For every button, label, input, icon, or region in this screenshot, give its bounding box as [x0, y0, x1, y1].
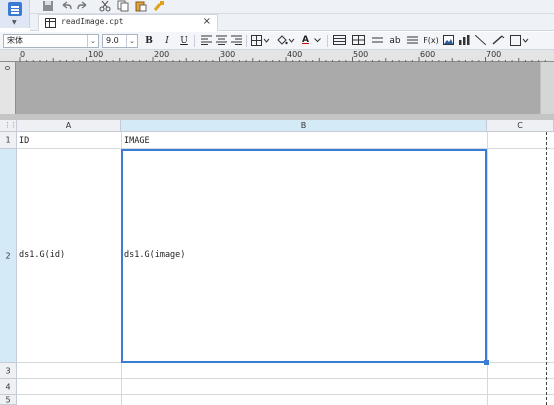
paint-bucket-icon	[277, 35, 295, 45]
font-size-value: 9.0	[106, 36, 119, 45]
border-button[interactable]	[251, 35, 271, 47]
grid-line	[17, 378, 554, 379]
tab-bar: readImage.cpt ×	[30, 14, 554, 31]
toolbar-separator	[246, 35, 247, 47]
align-right-icon	[230, 35, 242, 45]
row-number: 3	[5, 366, 11, 375]
row-height-button[interactable]	[371, 35, 383, 47]
align-center-icon	[215, 35, 227, 45]
row-header-3[interactable]: 3	[0, 363, 17, 379]
paste-icon[interactable]	[135, 0, 148, 12]
merge-cells-icon	[332, 35, 346, 45]
widget-icon	[510, 35, 529, 46]
bold-button[interactable]: B	[144, 35, 154, 47]
redo-icon[interactable]	[77, 0, 90, 12]
cell-selection-b2[interactable]	[121, 149, 487, 363]
row-header-2[interactable]: 2	[0, 149, 17, 363]
copy-icon[interactable]	[117, 0, 130, 12]
pen-icon	[492, 35, 504, 45]
column-header-c[interactable]: C	[487, 120, 554, 132]
row-header-4[interactable]: 4	[0, 379, 17, 395]
row-number: 1	[5, 135, 11, 145]
slash-button[interactable]	[474, 34, 486, 47]
font-size-select[interactable]: 9.0 ⌄	[102, 34, 138, 48]
row-height-icon	[371, 37, 383, 43]
font-family-select[interactable]: 宋体 ⌄	[3, 34, 99, 48]
horizontal-ruler: 0 100 200 300 400 500 600 700	[0, 50, 554, 62]
row-number: 5	[5, 395, 11, 404]
text-color-button[interactable]: A	[301, 35, 323, 47]
app-menu-button[interactable]: ▼	[0, 0, 30, 28]
text-color-icon: A	[302, 35, 309, 45]
row-header-1[interactable]: 1	[0, 132, 17, 149]
align-left-icon	[200, 35, 212, 45]
align-left-button[interactable]	[200, 35, 212, 47]
app-logo-icon	[8, 2, 22, 16]
fill-handle[interactable]	[484, 360, 489, 365]
close-icon[interactable]: ×	[203, 16, 211, 27]
spreadsheet-grid[interactable]: ⋮⋮⋮ A B C 1 2 3 4 5 ID IMAGE ds1.G(id) d…	[0, 120, 554, 405]
column-header-b[interactable]: B	[121, 120, 487, 132]
row-number: 4	[5, 382, 11, 391]
wrap-text-button[interactable]: ab	[388, 35, 402, 47]
cell-b1[interactable]: IMAGE	[124, 136, 150, 146]
tab-readimage[interactable]: readImage.cpt ×	[38, 14, 218, 31]
toolbar-separator	[194, 35, 195, 47]
unmerge-cells-button[interactable]	[351, 35, 365, 47]
formula-button[interactable]: F(x)	[423, 35, 439, 47]
chart-button[interactable]	[458, 35, 470, 47]
fill-color-button[interactable]	[276, 35, 296, 47]
quick-access-toolbar	[0, 0, 554, 14]
diagonal-line-icon	[474, 34, 486, 46]
unmerge-cells-icon	[351, 35, 365, 45]
cell-a1[interactable]: ID	[19, 136, 29, 146]
design-canvas-area: 0 100 200 300 400 500 600 700 0	[0, 50, 554, 114]
vertical-scrollbar[interactable]	[540, 62, 554, 114]
row-number: 2	[5, 251, 11, 260]
image-icon	[442, 35, 454, 45]
column-header-a[interactable]: A	[17, 120, 121, 132]
row-insert-icon	[406, 36, 418, 44]
tab-label: readImage.cpt	[61, 17, 124, 26]
ruler-tick-marks	[19, 57, 546, 62]
report-sheet-icon	[45, 18, 56, 28]
save-icon[interactable]	[42, 0, 55, 12]
cut-icon[interactable]	[99, 0, 112, 12]
bar-chart-icon	[458, 35, 469, 45]
image-button[interactable]	[442, 35, 454, 47]
undo-icon[interactable]	[60, 0, 73, 12]
chevron-down-icon[interactable]: ⌄	[87, 35, 98, 47]
cell-a2[interactable]: ds1.G(id)	[19, 250, 65, 260]
font-family-value: 宋体	[7, 36, 23, 45]
italic-button[interactable]: I	[162, 35, 172, 47]
vertical-ruler: 0	[0, 62, 16, 114]
row-insert-button[interactable]	[406, 35, 418, 47]
widget-button[interactable]	[510, 35, 530, 47]
align-center-button[interactable]	[215, 35, 227, 47]
align-right-button[interactable]	[230, 35, 242, 47]
page-break-line	[546, 132, 547, 405]
select-all-corner[interactable]: ⋮⋮⋮	[0, 120, 23, 132]
ruler-zero: 0	[3, 65, 12, 71]
toolbar-separator	[327, 35, 328, 47]
format-toolbar: 宋体 ⌄ 9.0 ⌄ B I U A ab F(x)	[0, 32, 554, 50]
chevron-down-icon[interactable]: ⌄	[126, 35, 137, 47]
chevron-down-icon	[314, 38, 321, 43]
row-header-5[interactable]: 5	[0, 395, 17, 405]
merge-cells-button[interactable]	[332, 35, 346, 47]
format-painter-icon[interactable]	[153, 0, 166, 12]
underline-button[interactable]: U	[179, 35, 189, 47]
grid-line	[17, 394, 554, 395]
draw-button[interactable]	[491, 35, 505, 47]
chevron-down-icon: ▼	[12, 19, 17, 26]
border-grid-icon	[251, 35, 270, 46]
